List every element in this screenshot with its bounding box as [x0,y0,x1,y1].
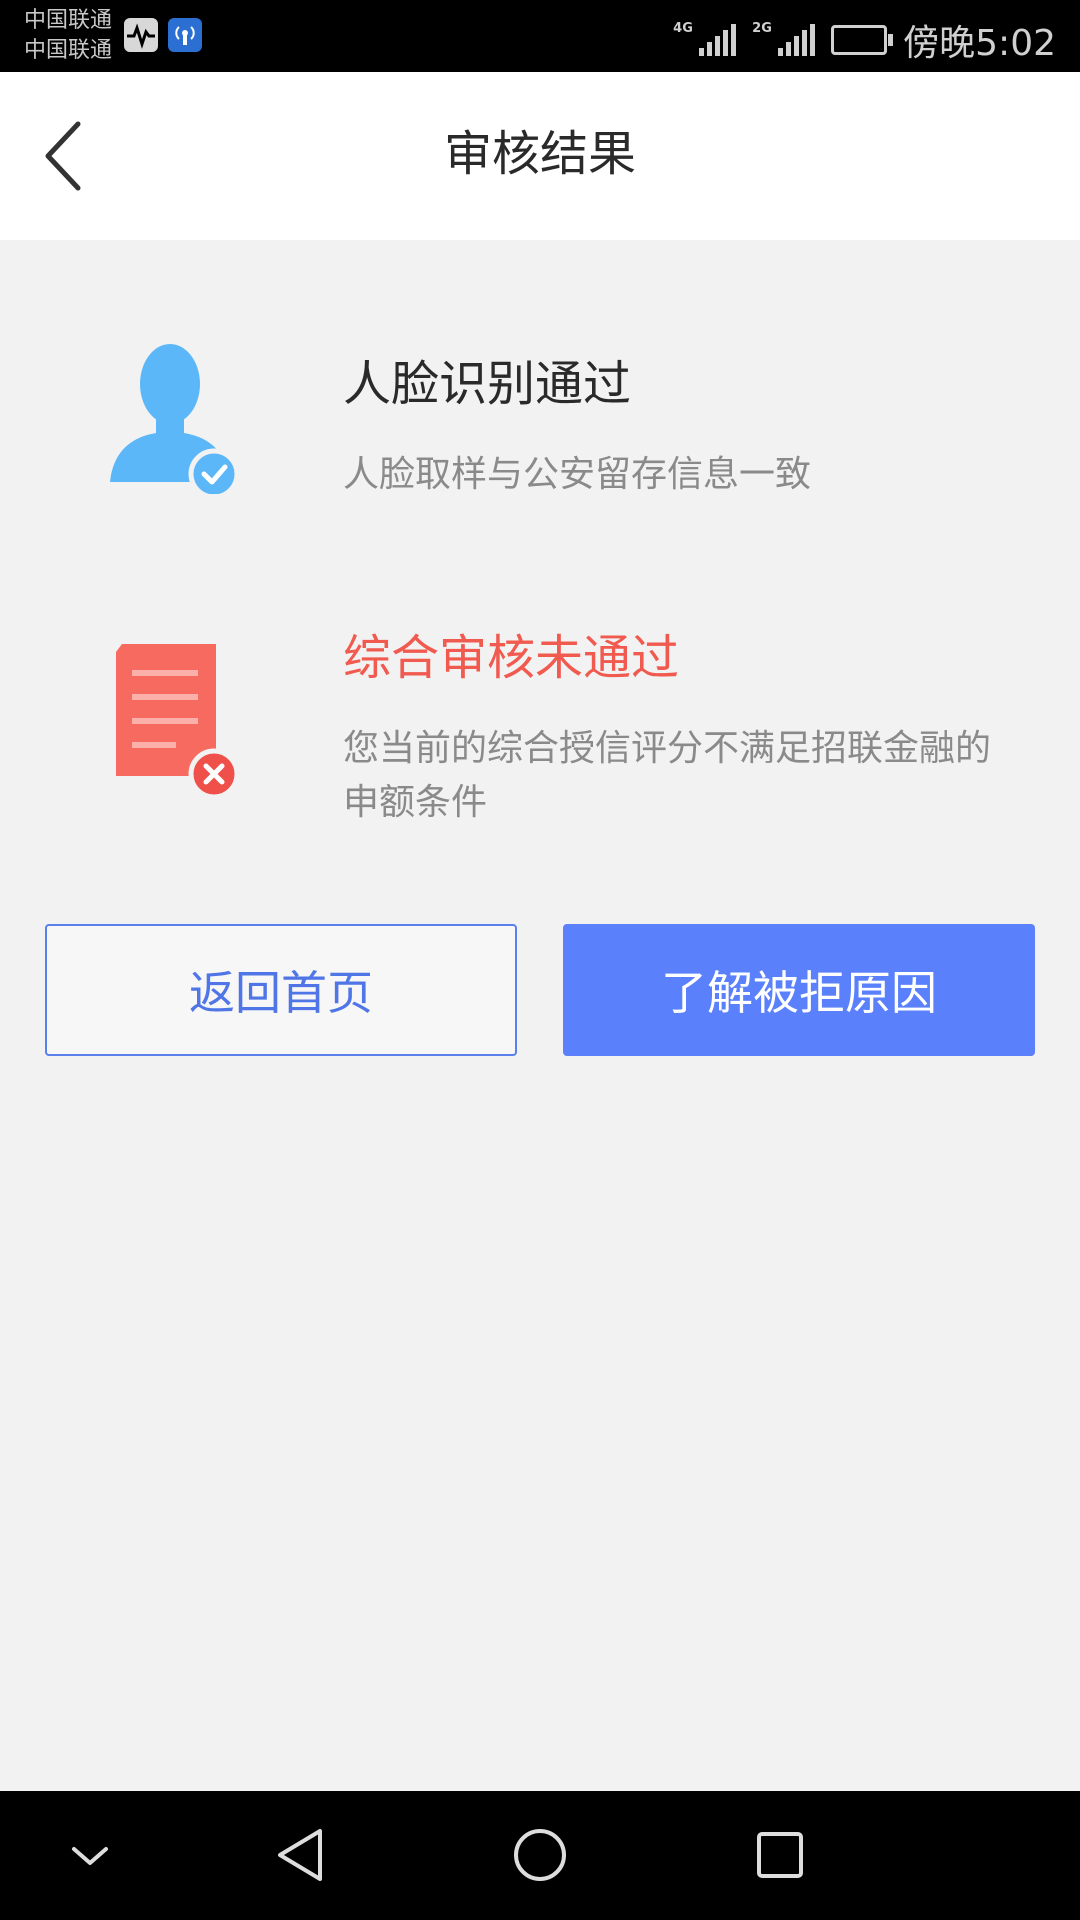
comprehensive-review-result: 综合审核未通过 您当前的综合授信评分不满足招联金融的申额条件 [0,610,1080,840]
back-triangle-icon[interactable] [258,1813,342,1897]
recents-square-icon[interactable] [738,1813,822,1897]
carrier-label: 中国联通 [24,8,113,33]
chevron-down-icon[interactable] [48,1813,132,1897]
rejection-reason-button[interactable]: 了解被拒原因 [563,924,1035,1056]
status-bar: 中国联通 中国联通 4G 2G 傍晚5:02 [0,0,1080,72]
result-title: 综合审核未通过 [343,630,680,686]
document-fail-icon [108,640,242,804]
hotspot-icon [168,18,202,52]
activity-icon [124,18,158,52]
app-header: 审核结果 [0,72,1080,240]
signal-icon: 4G [673,22,737,56]
back-to-home-button[interactable]: 返回首页 [45,924,517,1056]
user-check-icon [108,344,242,500]
carrier-label: 中国联通 [24,38,113,63]
carrier-info: 中国联通 中国联通 [24,6,112,66]
signal-icon: 2G [752,22,816,56]
face-recognition-result: 人脸识别通过 人脸取样与公安留存信息一致 [0,330,1080,510]
battery-icon [831,25,894,55]
system-nav-bar [0,1791,1080,1920]
result-description: 您当前的综合授信评分不满足招联金融的申额条件 [343,728,992,823]
page-title: 审核结果 [443,126,636,182]
result-title: 人脸识别通过 [343,356,632,412]
clock: 傍晚5:02 [903,23,1056,64]
home-circle-icon[interactable] [498,1813,582,1897]
result-description: 人脸取样与公安留存信息一致 [343,454,812,495]
